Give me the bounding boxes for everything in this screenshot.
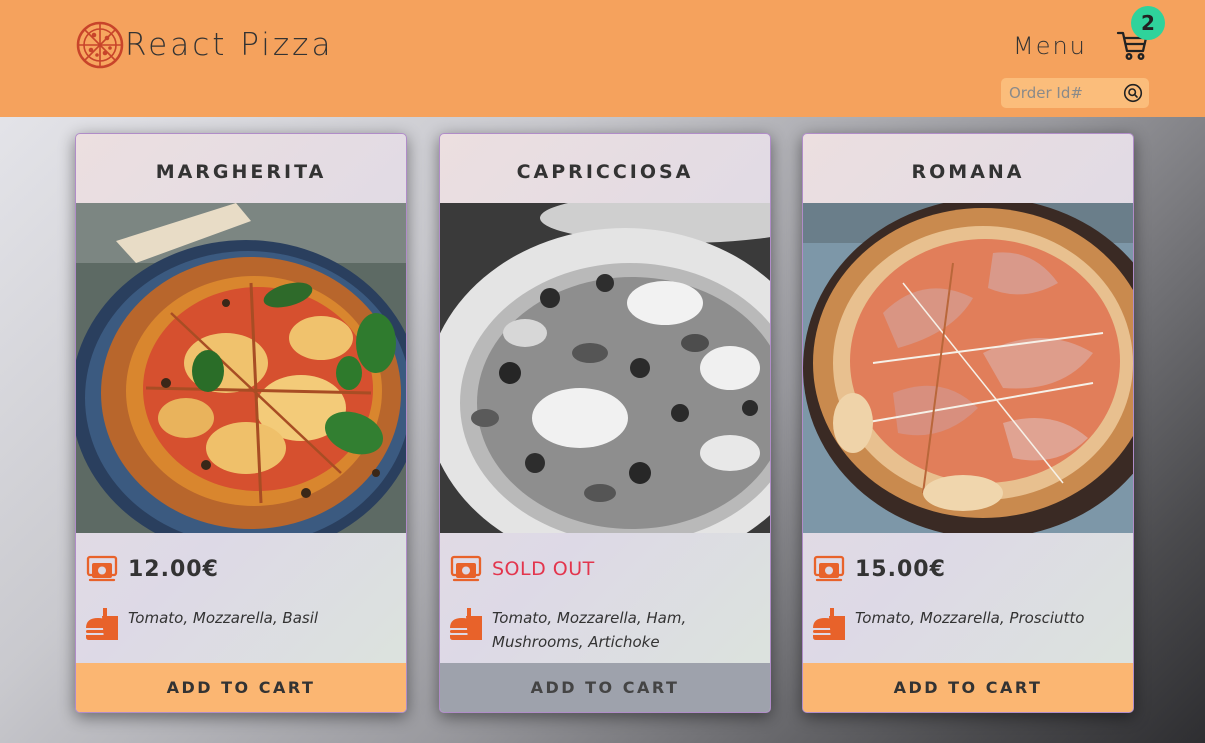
pizza-name: ROMANA bbox=[911, 161, 1025, 183]
sold-out-label: SOLD OUT bbox=[492, 558, 595, 580]
ingredients-icon bbox=[811, 606, 847, 642]
ingredients-icon bbox=[84, 606, 120, 642]
app-name: React Pizza bbox=[125, 27, 334, 63]
cart-count-badge: 2 bbox=[1131, 6, 1165, 40]
pizza-card: ROMANA 15.00€ Tomato, Mozzarella, Prosci… bbox=[802, 133, 1134, 713]
price-row: SOLD OUT bbox=[450, 552, 595, 586]
pizza-image bbox=[76, 203, 406, 533]
add-to-cart-button[interactable]: ADD TO CART bbox=[803, 663, 1133, 712]
ingredients-row: Tomato, Mozzarella, Prosciutto bbox=[811, 606, 1121, 642]
pizza-price: 12.00€ bbox=[128, 556, 219, 582]
menu-link[interactable]: Menu bbox=[1013, 30, 1087, 62]
ingredients-icon bbox=[448, 606, 484, 642]
order-id-input[interactable] bbox=[1001, 78, 1119, 108]
money-icon bbox=[813, 554, 845, 584]
pizza-price: 15.00€ bbox=[855, 556, 946, 582]
pizza-icon bbox=[76, 21, 124, 69]
pizza-ingredients: Tomato, Mozzarella, Basil bbox=[128, 609, 319, 627]
pizza-card: CAPRICCIOSA SOLD OUT Tomato, Mozzarella,… bbox=[439, 133, 771, 713]
order-search bbox=[1001, 78, 1149, 108]
ingredients-row: Tomato, Mozzarella, Basil bbox=[84, 606, 394, 642]
ingredients-row: Tomato, Mozzarella, Ham, Mushrooms, Arti… bbox=[448, 606, 758, 654]
pizza-name: MARGHERITA bbox=[155, 161, 327, 183]
pizza-image bbox=[803, 203, 1133, 533]
money-icon bbox=[86, 554, 118, 584]
pizza-name: CAPRICCIOSA bbox=[516, 161, 694, 183]
price-row: 15.00€ bbox=[813, 552, 946, 586]
price-row: 12.00€ bbox=[86, 552, 219, 586]
pizza-ingredients: Tomato, Mozzarella, Ham, Mushrooms, Arti… bbox=[492, 609, 687, 651]
site-header: React Pizza Menu 2 bbox=[0, 0, 1205, 117]
logo[interactable]: React Pizza bbox=[76, 21, 333, 69]
search-icon[interactable] bbox=[1123, 83, 1143, 103]
pizza-card: MARGHERITA 12.00€ Tomato, Mozzarella, Ba… bbox=[75, 133, 407, 713]
add-to-cart-button[interactable]: ADD TO CART bbox=[440, 663, 770, 712]
pizza-ingredients: Tomato, Mozzarella, Prosciutto bbox=[855, 609, 1085, 627]
pizza-image bbox=[440, 203, 770, 533]
money-icon bbox=[450, 554, 482, 584]
add-to-cart-button[interactable]: ADD TO CART bbox=[76, 663, 406, 712]
